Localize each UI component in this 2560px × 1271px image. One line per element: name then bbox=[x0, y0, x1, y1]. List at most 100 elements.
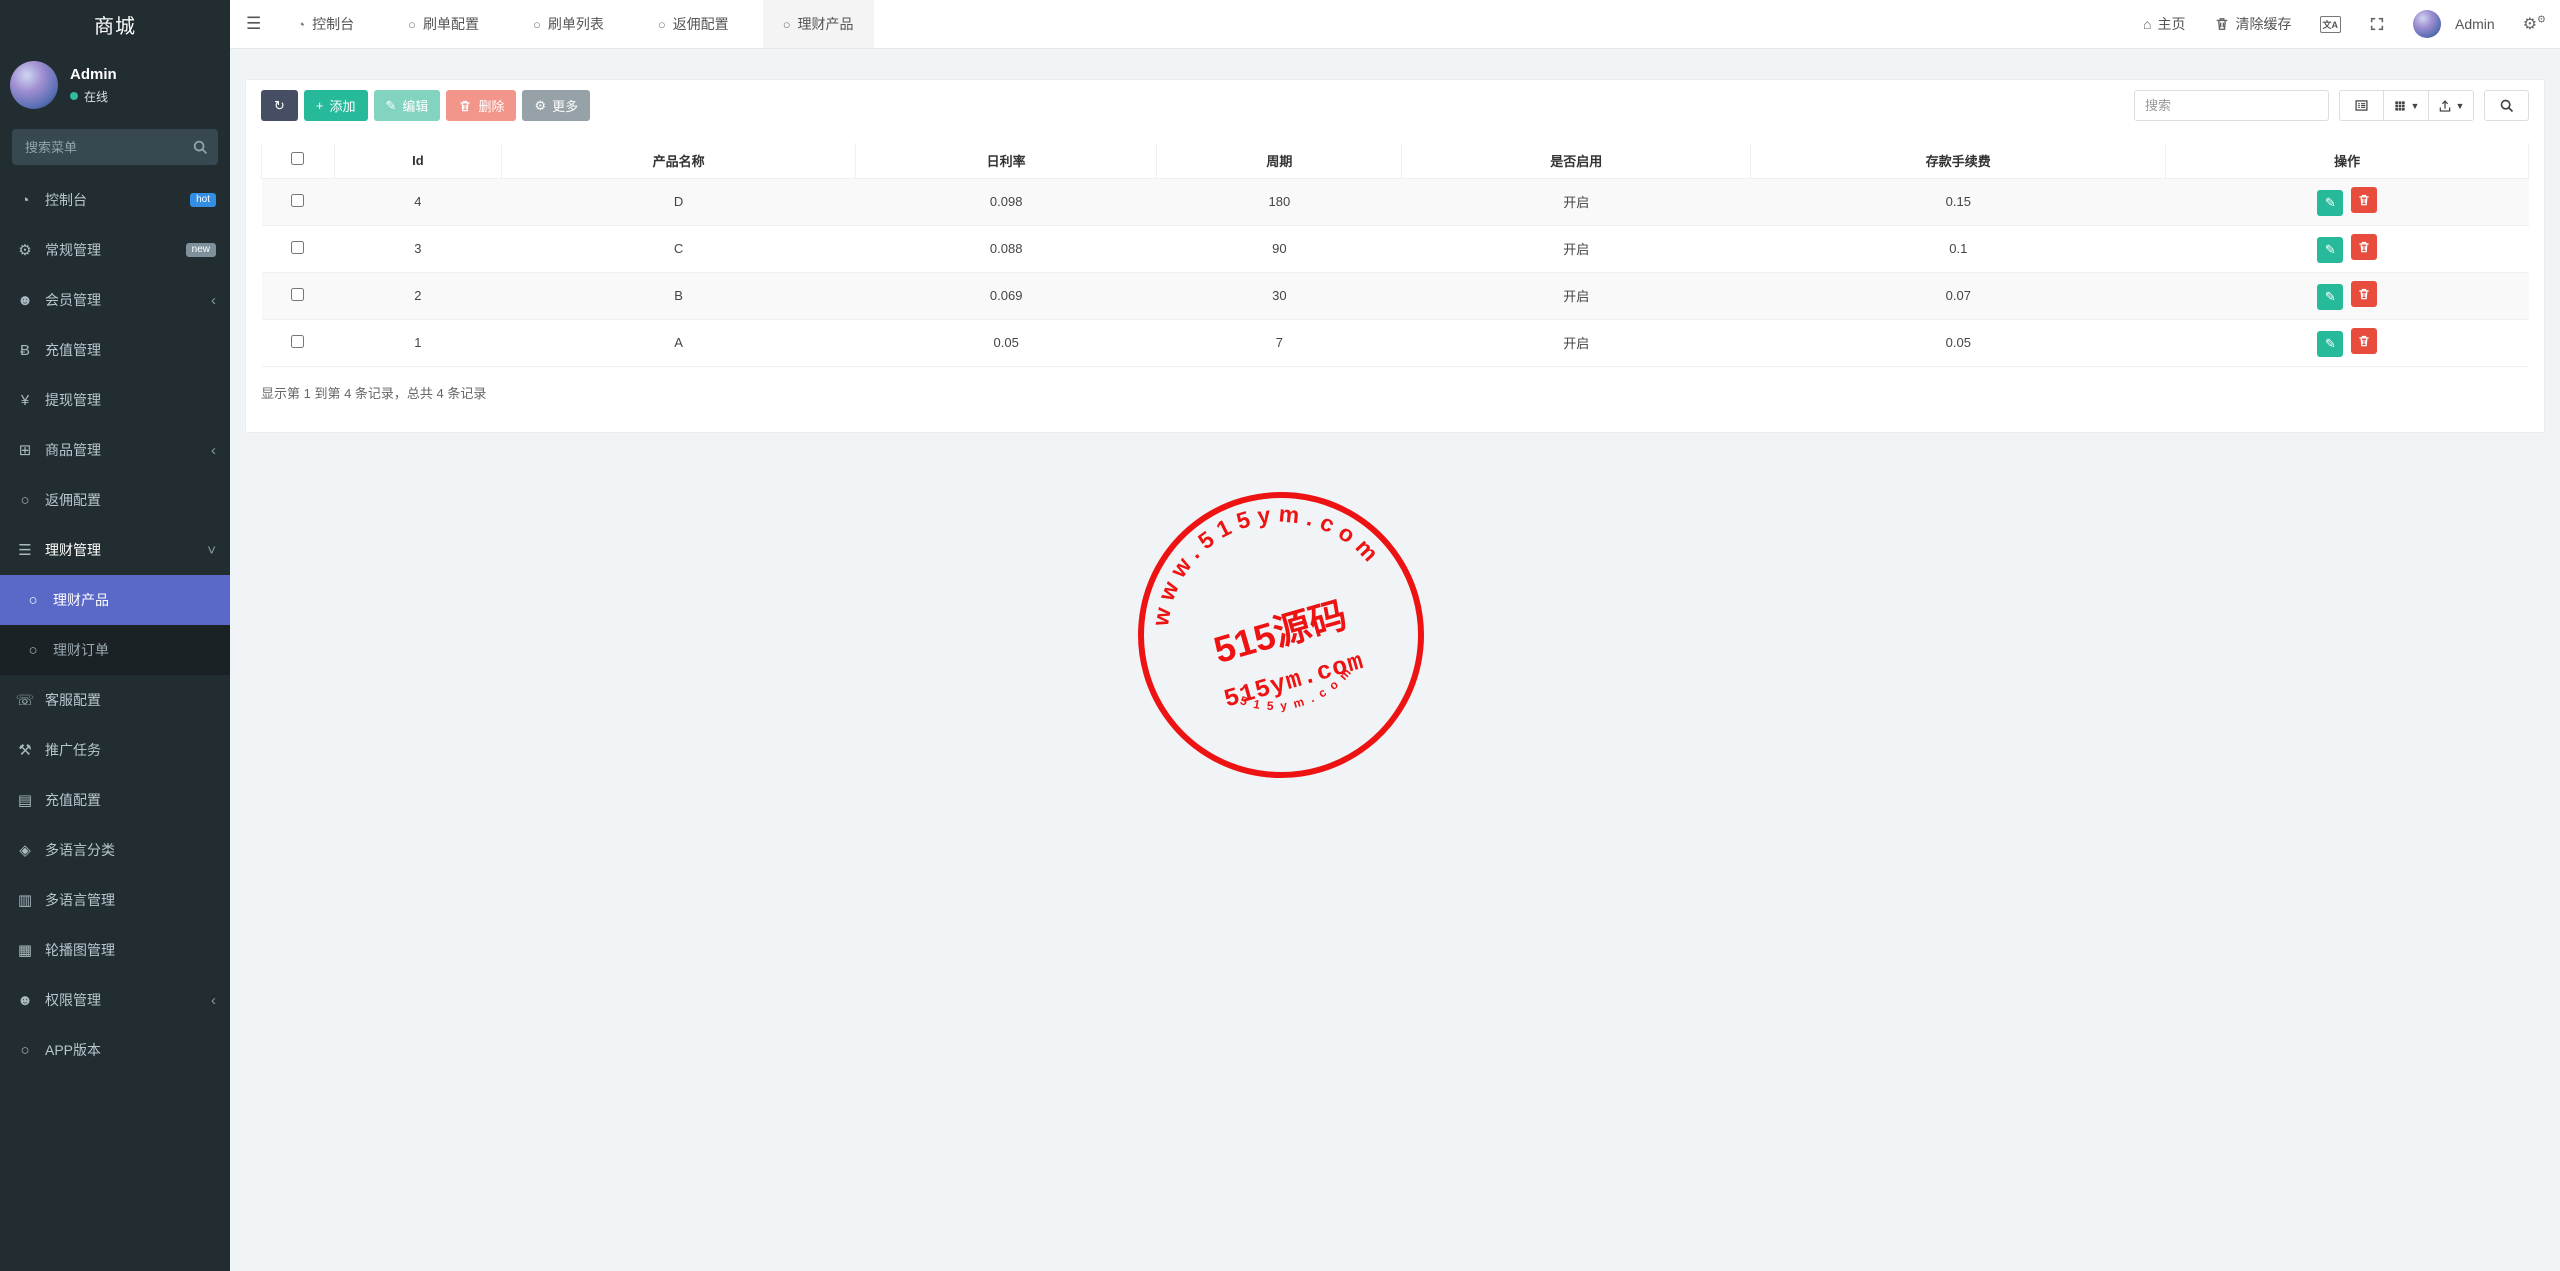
tab-finance-products[interactable]: ○ 理财产品 bbox=[763, 0, 874, 48]
column-header-name[interactable]: 产品名称 bbox=[502, 143, 856, 178]
book-icon: ▥ bbox=[14, 891, 36, 909]
export-icon bbox=[2438, 99, 2452, 113]
fullscreen-button[interactable] bbox=[2355, 0, 2399, 48]
row-edit-button[interactable]: ✎ bbox=[2317, 237, 2343, 263]
chevron-left-icon: ‹ bbox=[211, 993, 216, 1008]
chevron-left-icon: ‹ bbox=[211, 443, 216, 458]
row-checkbox[interactable] bbox=[291, 288, 304, 301]
tab-order-list[interactable]: ○ 刷单列表 bbox=[513, 0, 624, 48]
row-delete-button[interactable] bbox=[2351, 281, 2377, 307]
delete-button[interactable]: 删除 bbox=[446, 90, 516, 121]
circle-icon: ○ bbox=[783, 17, 791, 32]
column-header-fee[interactable]: 存款手续费 bbox=[1751, 143, 2166, 178]
tab-rebate-config[interactable]: ○ 返佣配置 bbox=[638, 0, 749, 48]
sidebar-item-members[interactable]: ☻ 会员管理 ‹ bbox=[0, 275, 230, 325]
sidebar-item-carousel[interactable]: ▦ 轮播图管理 bbox=[0, 925, 230, 975]
columns-button[interactable]: ▼ bbox=[2384, 90, 2429, 121]
column-header-period[interactable]: 周期 bbox=[1157, 143, 1402, 178]
sidebar-item-goods[interactable]: ⊞ 商品管理 ‹ bbox=[0, 425, 230, 475]
table-search-input[interactable] bbox=[2134, 90, 2329, 121]
app-root: 商城 Admin 在线 ◔ 控制台 hot ⚙ 常规管理 new bbox=[0, 0, 2560, 1271]
add-button[interactable]: + 添加 bbox=[304, 90, 368, 121]
row-edit-button[interactable]: ✎ bbox=[2317, 331, 2343, 357]
row-edit-button[interactable]: ✎ bbox=[2317, 190, 2343, 216]
edit-button[interactable]: ✎ 编辑 bbox=[374, 90, 441, 121]
pencil-icon: ✎ bbox=[2325, 195, 2336, 211]
sidebar-item-general-settings[interactable]: ⚙ 常规管理 new bbox=[0, 225, 230, 275]
trash-icon bbox=[2357, 240, 2371, 254]
row-checkbox[interactable] bbox=[291, 241, 304, 254]
yen-icon: ¥ bbox=[14, 392, 36, 409]
tab-order-config[interactable]: ○ 刷单配置 bbox=[388, 0, 499, 48]
products-table: Id 产品名称 日利率 周期 是否启用 存款手续费 操作 4 bbox=[261, 143, 2529, 367]
row-delete-button[interactable] bbox=[2351, 328, 2377, 354]
sidebar-item-rebate-config[interactable]: ○ 返佣配置 bbox=[0, 475, 230, 525]
sidebar-item-finance-orders[interactable]: ○ 理财订单 bbox=[0, 625, 230, 675]
search-button[interactable] bbox=[2484, 90, 2529, 121]
translate-icon: 文A bbox=[2320, 16, 2342, 33]
export-button[interactable]: ▼ bbox=[2429, 90, 2474, 121]
image-icon: ▦ bbox=[14, 941, 36, 959]
settings-button[interactable]: ⚙⚙ bbox=[2509, 0, 2560, 48]
row-checkbox[interactable] bbox=[291, 335, 304, 348]
navbar-right: ⌂ 主页 清除缓存 文A Admin ⚙⚙ bbox=[2129, 0, 2560, 48]
sidebar-item-finance[interactable]: ☰ 理财管理 ˅ bbox=[0, 525, 230, 575]
bitcoin-icon: Ƀ bbox=[14, 342, 36, 359]
column-header-enabled[interactable]: 是否启用 bbox=[1402, 143, 1751, 178]
caret-down-icon: ▼ bbox=[2456, 101, 2465, 111]
gauge-icon: ◔ bbox=[297, 17, 305, 32]
row-delete-button[interactable] bbox=[2351, 187, 2377, 213]
finance-submenu: ○ 理财产品 ○ 理财订单 bbox=[0, 575, 230, 675]
trash-icon bbox=[2357, 334, 2371, 348]
refresh-button[interactable]: ↻ bbox=[261, 90, 298, 121]
more-button[interactable]: ⚙ 更多 bbox=[522, 90, 590, 121]
user-menu[interactable]: Admin bbox=[2399, 0, 2509, 48]
home-icon: ⌂ bbox=[2143, 16, 2151, 32]
app-logo[interactable]: 商城 bbox=[0, 0, 230, 49]
sidebar-item-language-category[interactable]: ◈ 多语言分类 bbox=[0, 825, 230, 875]
grid-columns-icon bbox=[2393, 99, 2407, 113]
circle-icon: ○ bbox=[22, 642, 44, 659]
column-header-id[interactable]: Id bbox=[334, 143, 502, 178]
search-icon bbox=[2499, 98, 2514, 113]
select-all-checkbox[interactable] bbox=[291, 152, 304, 165]
pencil-icon: ✎ bbox=[2325, 336, 2336, 352]
sidebar-item-permissions[interactable]: ☻ 权限管理 ‹ bbox=[0, 975, 230, 1025]
language-switch-button[interactable]: 文A bbox=[2306, 0, 2356, 48]
home-link[interactable]: ⌂ 主页 bbox=[2129, 0, 2199, 48]
sidebar-search-input[interactable] bbox=[12, 129, 218, 165]
sidebar-item-dashboard[interactable]: ◔ 控制台 hot bbox=[0, 175, 230, 225]
sidebar-item-finance-products[interactable]: ○ 理财产品 bbox=[0, 575, 230, 625]
column-header-rate[interactable]: 日利率 bbox=[855, 143, 1157, 178]
caret-down-icon: ▼ bbox=[2411, 101, 2420, 111]
row-edit-button[interactable]: ✎ bbox=[2317, 284, 2343, 310]
row-checkbox[interactable] bbox=[291, 194, 304, 207]
row-delete-button[interactable] bbox=[2351, 234, 2377, 260]
sidebar-item-withdraw[interactable]: ¥ 提现管理 bbox=[0, 375, 230, 425]
table-row: 2 B 0.069 30 开启 0.07 ✎ bbox=[262, 272, 2529, 319]
table-row: 4 D 0.098 180 开启 0.15 ✎ bbox=[262, 178, 2529, 225]
sidebar-item-recharge-config[interactable]: ▤ 充值配置 bbox=[0, 775, 230, 825]
tab-dashboard[interactable]: ◔ 控制台 bbox=[277, 0, 374, 48]
circle-icon: ○ bbox=[533, 17, 541, 32]
column-header-operations: 操作 bbox=[2166, 143, 2529, 178]
hamburger-menu-icon[interactable]: ☰ bbox=[230, 14, 277, 34]
sidebar-item-recharge[interactable]: Ƀ 充值管理 bbox=[0, 325, 230, 375]
gears-icon: ⚙⚙ bbox=[2523, 14, 2546, 34]
tag-icon: ◈ bbox=[14, 841, 36, 859]
pencil-icon: ✎ bbox=[2325, 242, 2336, 258]
wrench-icon: ⚒ bbox=[14, 741, 36, 759]
gears-icon: ⚙ bbox=[14, 241, 36, 259]
sidebar-item-customer-service[interactable]: ☏ 客服配置 bbox=[0, 675, 230, 725]
circle-icon: ○ bbox=[408, 17, 416, 32]
circle-icon: ○ bbox=[658, 17, 666, 32]
clear-cache-button[interactable]: 清除缓存 bbox=[2200, 0, 2306, 48]
sidebar-item-app-version[interactable]: ○ APP版本 bbox=[0, 1025, 230, 1075]
hot-badge: hot bbox=[190, 193, 216, 207]
user-icon: ☻ bbox=[14, 292, 36, 309]
sidebar-item-language-manage[interactable]: ▥ 多语言管理 bbox=[0, 875, 230, 925]
toggle-view-button[interactable] bbox=[2339, 90, 2384, 121]
users-icon: ☻ bbox=[14, 992, 36, 1009]
table-row: 1 A 0.05 7 开启 0.05 ✎ bbox=[262, 319, 2529, 366]
sidebar-item-promotion-tasks[interactable]: ⚒ 推广任务 bbox=[0, 725, 230, 775]
